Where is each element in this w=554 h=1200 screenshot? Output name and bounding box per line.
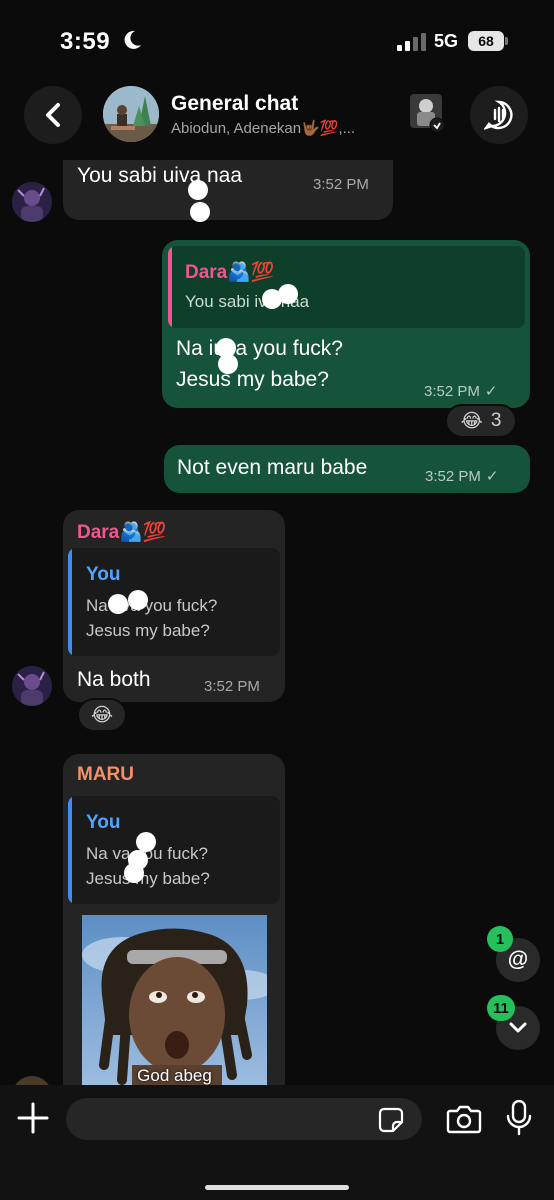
sender-avatar[interactable] (12, 666, 52, 706)
chat-title[interactable]: General chat (171, 92, 298, 116)
redaction-mark (278, 284, 298, 304)
message-time-value: 3:52 PM (425, 468, 481, 485)
message-time-value: 3:52 PM (424, 383, 480, 400)
group-photo (103, 86, 159, 142)
quote-bar (68, 796, 72, 904)
chevron-left-icon (46, 103, 60, 127)
message-bubble-outgoing[interactable]: Dara🫂💯 You sabi iva naa Na iuva you fuck… (162, 240, 530, 408)
message-text: Na both (77, 668, 151, 691)
laughing-emoji: 😂 (460, 410, 483, 432)
message-text: Not even maru babe (177, 456, 368, 479)
unread-badge: 11 (487, 995, 515, 1021)
sent-check-icon: ✓ (485, 468, 499, 485)
back-button[interactable] (24, 86, 82, 144)
message-time: 3:52 PM (204, 678, 260, 695)
camera-icon[interactable] (446, 1104, 482, 1134)
status-time: 3:59 (60, 28, 111, 55)
message-text-line1: Na iuva you fuck? (176, 337, 343, 360)
message-time: 3:52 PM ✓ (424, 382, 497, 400)
reaction-count: 3 (490, 410, 502, 431)
quote-text-line1: Na uva you fuck? (86, 596, 218, 615)
at-icon: @ (507, 948, 529, 971)
message-bubble-incoming[interactable]: You sabi uiva naa 3:52 PM (63, 160, 393, 220)
sender-name[interactable]: Dara🫂💯 (77, 520, 167, 544)
sender-avatar[interactable] (12, 182, 52, 222)
laughing-emoji: 😂 (90, 704, 114, 726)
microphone-icon[interactable] (506, 1100, 532, 1136)
quoted-message[interactable]: You Na va you fuck? Jesus my babe? (68, 796, 280, 904)
sender-name[interactable]: MARU (77, 764, 134, 786)
battery-level: 68 (478, 33, 494, 49)
sender-avatar[interactable] (12, 1076, 52, 1085)
quote-author: You (86, 564, 121, 585)
redaction-mark (124, 863, 144, 883)
battery-cap (505, 37, 508, 45)
status-bar: 3:59 5G 68 (0, 0, 554, 82)
redaction-mark (190, 202, 210, 222)
chat-messages[interactable]: You sabi uiva naa 3:52 PM Dara🫂💯 You sab… (0, 160, 554, 1085)
redaction-mark (188, 180, 208, 200)
reaction-pill[interactable]: 😂 (77, 698, 127, 732)
sticker-icon[interactable] (378, 1107, 404, 1133)
redaction-mark (128, 590, 148, 610)
quote-author: Dara🫂💯 (185, 262, 275, 283)
quoted-message[interactable]: Dara🫂💯 You sabi iva naa (168, 246, 525, 328)
image-caption: God abeg (137, 1066, 212, 1085)
quote-text-line2: Jesus my babe? (86, 621, 210, 640)
shared-image[interactable]: God abeg (82, 915, 267, 1085)
quoted-message[interactable]: You Na uva you fuck? Jesus my babe? (68, 548, 280, 656)
redaction-mark (108, 594, 128, 614)
message-input[interactable] (66, 1098, 422, 1140)
message-time: 3:52 PM ✓ (425, 467, 498, 485)
mentions-badge: 1 (487, 926, 513, 952)
message-time: 3:52 PM (313, 176, 369, 193)
chevron-down-icon (509, 1022, 527, 1033)
chat-members[interactable]: Abiodun, Adenekan🤟🏾💯,... (171, 119, 355, 137)
avatar-image (12, 182, 52, 222)
quote-bar (168, 246, 172, 328)
reaction-pill[interactable]: 😂 3 (445, 404, 517, 438)
message-text-line2: Jesus my babe? (176, 368, 329, 391)
battery-indicator: 68 (468, 31, 504, 51)
sent-check-icon: ✓ (484, 383, 498, 400)
composer-bar (0, 1085, 554, 1200)
member-avatar[interactable] (408, 94, 444, 132)
redaction-mark (136, 832, 156, 852)
home-indicator[interactable] (205, 1185, 349, 1190)
group-avatar[interactable] (103, 86, 159, 142)
message-text: You sabi uiva naa (77, 164, 243, 187)
quote-text-line2: Jesus my babe? (86, 869, 210, 888)
anime-character-image (82, 915, 267, 1085)
avatar-image (12, 666, 52, 706)
network-type: 5G (434, 31, 459, 51)
message-bubble-outgoing[interactable]: Not even maru babe 3:52 PM ✓ (164, 445, 530, 493)
audio-chat-button[interactable] (470, 86, 528, 144)
message-bubble-incoming[interactable]: Dara🫂💯 You Na uva you fuck? Jesus my bab… (63, 510, 285, 702)
plus-icon[interactable] (16, 1101, 50, 1135)
redaction-mark (218, 354, 238, 374)
chat-header: General chat Abiodun, Adenekan🤟🏾💯,... (0, 82, 554, 160)
voice-chat-icon (484, 100, 513, 130)
quote-bar (68, 548, 72, 656)
quote-author: You (86, 812, 121, 833)
signal-icon (397, 33, 426, 51)
moon-icon (124, 30, 141, 49)
